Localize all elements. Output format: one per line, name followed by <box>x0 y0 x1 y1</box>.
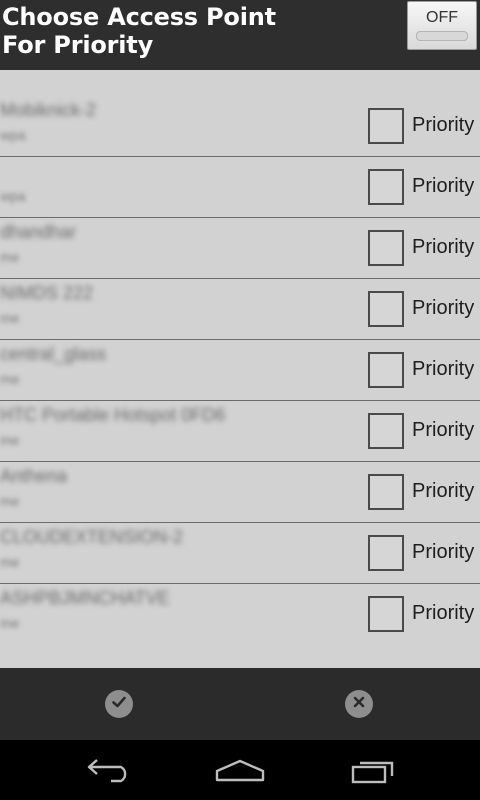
access-point-list: Mobiknick-2 wpa Priority wpa Priority dh… <box>0 96 480 644</box>
access-point-name: ASHPBJMNCHATVE <box>0 588 170 608</box>
access-point-security: me <box>0 432 20 448</box>
access-point-security: me <box>0 310 20 326</box>
list-item: Mobiknick-2 wpa Priority <box>0 96 480 157</box>
list-item: ASHPBJMNCHATVE me Priority <box>0 584 480 644</box>
home-icon <box>214 759 266 790</box>
page-title: Choose Access Point For Priority <box>2 3 276 59</box>
list-item: CLOUDEXTENSION-2 me Priority <box>0 523 480 584</box>
recents-icon <box>350 761 398 790</box>
title-bar: Choose Access Point For Priority OFF <box>0 0 480 70</box>
priority-checkbox[interactable] <box>368 352 404 388</box>
action-bar <box>0 668 480 740</box>
priority-checkbox[interactable] <box>368 596 404 632</box>
priority-label[interactable]: Priority <box>412 114 474 137</box>
priority-label[interactable]: Priority <box>412 419 474 442</box>
navigation-bar <box>0 740 480 800</box>
access-point-security: wpa <box>0 127 26 143</box>
toggle-indicator <box>416 31 468 41</box>
list-item: Anthena me Priority <box>0 462 480 523</box>
access-point-name: central_glass <box>0 344 107 364</box>
access-point-security: me <box>0 554 20 570</box>
priority-checkbox[interactable] <box>368 291 404 327</box>
priority-label[interactable]: Priority <box>412 358 474 381</box>
access-point-security: wpa <box>0 188 26 204</box>
list-item: dhandhar me Priority <box>0 218 480 279</box>
home-button[interactable] <box>214 754 266 786</box>
priority-label[interactable]: Priority <box>412 297 474 320</box>
list-item: HTC Portable Hotspot 0FD6 me Priority <box>0 401 480 462</box>
list-item: NIMDS 222 me Priority <box>0 279 480 340</box>
access-point-name: Mobiknick-2 <box>0 100 97 120</box>
access-point-security: me <box>0 493 20 509</box>
priority-checkbox[interactable] <box>368 230 404 266</box>
priority-label[interactable]: Priority <box>412 175 474 198</box>
access-point-name: dhandhar <box>0 222 77 242</box>
access-point-name: HTC Portable Hotspot 0FD6 <box>0 405 226 425</box>
back-icon <box>82 759 132 790</box>
access-point-name: Anthena <box>0 466 68 486</box>
priority-label[interactable]: Priority <box>412 236 474 259</box>
priority-label[interactable]: Priority <box>412 602 474 625</box>
priority-checkbox[interactable] <box>368 108 404 144</box>
priority-checkbox[interactable] <box>368 474 404 510</box>
access-point-security: me <box>0 249 20 265</box>
priority-checkbox[interactable] <box>368 535 404 571</box>
toggle-label: OFF <box>426 9 458 26</box>
close-icon <box>350 693 368 715</box>
list-item: wpa Priority <box>0 157 480 218</box>
access-point-name: NIMDS 222 <box>0 283 94 303</box>
list-item: central_glass me Priority <box>0 340 480 401</box>
access-point-name: CLOUDEXTENSION-2 <box>0 527 184 547</box>
access-point-security: me <box>0 371 20 387</box>
priority-label[interactable]: Priority <box>412 541 474 564</box>
priority-checkbox[interactable] <box>368 413 404 449</box>
cancel-button[interactable] <box>345 690 373 718</box>
priority-label[interactable]: Priority <box>412 480 474 503</box>
priority-checkbox[interactable] <box>368 169 404 205</box>
recents-button[interactable] <box>350 754 398 786</box>
back-button[interactable] <box>82 754 132 786</box>
access-point-security: me <box>0 615 20 631</box>
confirm-button[interactable] <box>105 690 133 718</box>
checkmark-icon <box>110 693 128 715</box>
priority-toggle-button[interactable]: OFF <box>407 1 477 50</box>
